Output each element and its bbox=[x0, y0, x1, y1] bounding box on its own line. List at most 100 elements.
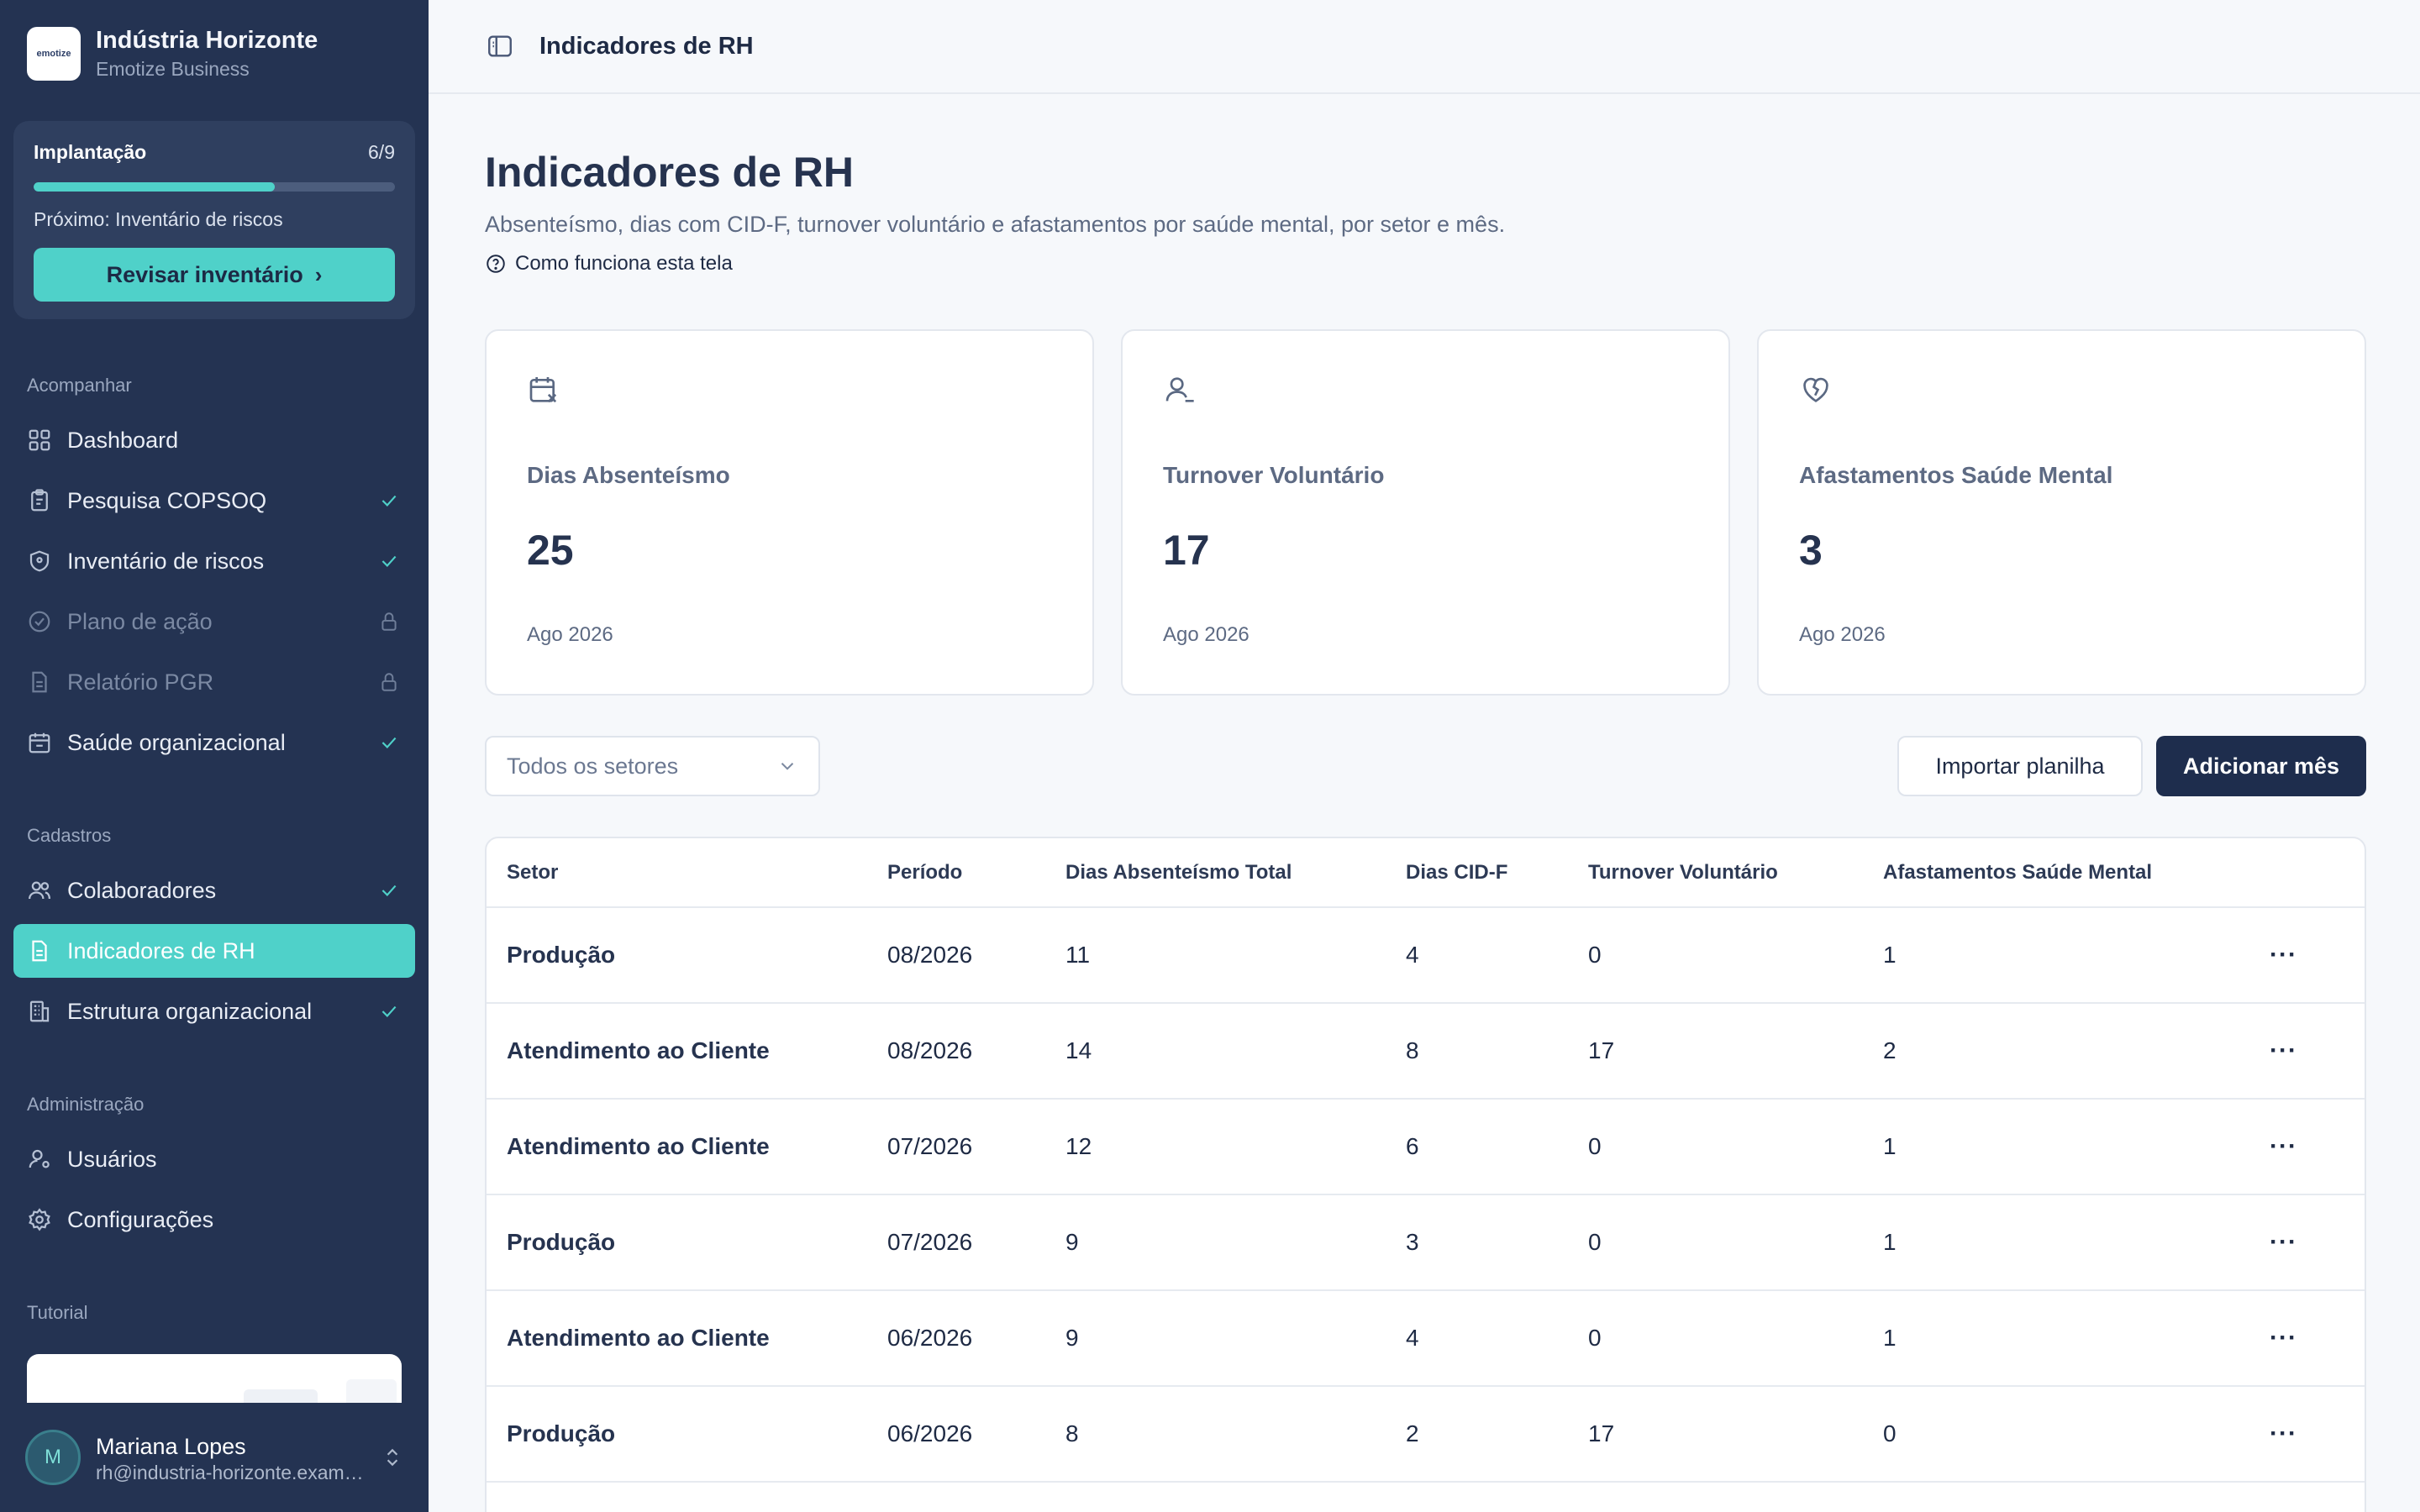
cell-turnover: 17 bbox=[1568, 1003, 1863, 1100]
sidebar-item-label: Plano de ação bbox=[67, 608, 213, 634]
implantation-progress-fill bbox=[34, 182, 275, 192]
row-actions-button[interactable]: ··· bbox=[2199, 1003, 2365, 1100]
cell-setor: Produção bbox=[487, 1386, 867, 1483]
sidebar-item-indicadores[interactable]: Indicadores de RH bbox=[13, 924, 415, 978]
table-row: Atendimento ao Cliente 08/2026 14 8 17 2… bbox=[487, 1003, 2365, 1100]
check-icon bbox=[378, 732, 400, 753]
org-switcher[interactable]: emotize Indústria Horizonte Emotize Busi… bbox=[27, 25, 318, 82]
nav-section-cadastros: Cadastros bbox=[27, 825, 112, 846]
calendar-icon bbox=[27, 730, 52, 755]
sidebar-item-inventario[interactable]: Inventário de riscos bbox=[13, 534, 415, 588]
nav-section-admin: Administração bbox=[27, 1094, 145, 1115]
heart-broken-icon bbox=[1799, 373, 1833, 407]
sidebar-item-relatorio[interactable]: Relatório PGR bbox=[13, 655, 415, 709]
kpi-period: Ago 2026 bbox=[1163, 623, 1249, 646]
cell-cid-f: 4 bbox=[1386, 907, 1568, 1004]
cell-periodo: 06/2026 bbox=[867, 1386, 1045, 1483]
table-row: Produção 06/2026 8 2 17 0 ··· bbox=[487, 1386, 2365, 1483]
sidebar-item-colaboradores[interactable]: Colaboradores bbox=[13, 864, 415, 917]
review-inventory-button[interactable]: Revisar inventário › bbox=[34, 248, 395, 302]
sidebar-item-label: Configurações bbox=[67, 1206, 214, 1232]
topbar: Indicadores de RH bbox=[429, 0, 2420, 94]
cell-saude-mental: 2 bbox=[1863, 1003, 2199, 1100]
shield-icon bbox=[27, 549, 52, 574]
indicators-table: Setor Período Dias Absenteísmo Total Dia… bbox=[485, 837, 2366, 1512]
sidebar-item-copsoq[interactable]: Pesquisa COPSOQ bbox=[13, 474, 415, 528]
help-circle-icon bbox=[485, 253, 507, 275]
cell-cid-f: 4 bbox=[1386, 1290, 1568, 1387]
implantation-next-step: Próximo: Inventário de riscos bbox=[34, 208, 283, 230]
row-actions-button[interactable]: ··· bbox=[2199, 1290, 2365, 1387]
table-row: Produção 08/2026 11 4 0 1 ··· bbox=[487, 907, 2365, 1004]
sector-select[interactable]: Todos os setores bbox=[485, 736, 820, 796]
breadcrumb: Indicadores de RH bbox=[539, 32, 754, 60]
sidebar-item-saude[interactable]: Saúde organizacional bbox=[13, 716, 415, 769]
user-minus-icon bbox=[1163, 373, 1197, 407]
chevron-down-icon bbox=[776, 755, 798, 777]
cell-turnover: 0 bbox=[1568, 1099, 1863, 1195]
table-header-row: Setor Período Dias Absenteísmo Total Dia… bbox=[487, 838, 2365, 908]
kpi-card-absenteismo: Dias Absenteísmo 25 Ago 2026 bbox=[485, 329, 1094, 696]
table-row: Atendimento ao Cliente 07/2026 12 6 0 1 … bbox=[487, 1099, 2365, 1195]
circle-check-icon bbox=[27, 609, 52, 634]
sidebar-item-plano[interactable]: Plano de ação bbox=[13, 595, 415, 648]
user-menu[interactable]: M Mariana Lopes rh@industria-horizonte.e… bbox=[0, 1403, 429, 1512]
row-actions-button[interactable]: ··· bbox=[2199, 1194, 2365, 1291]
calendar-x-icon bbox=[527, 373, 560, 407]
file-icon bbox=[27, 669, 52, 695]
avatar: M bbox=[25, 1430, 81, 1485]
sidebar-item-label: Indicadores de RH bbox=[67, 937, 255, 963]
column-header-saude-mental[interactable]: Afastamentos Saúde Mental bbox=[1863, 838, 2199, 908]
cell-periodo: 07/2026 bbox=[867, 1099, 1045, 1195]
sidebar-item-label: Pesquisa COPSOQ bbox=[67, 487, 267, 513]
table-row: Produção 07/2026 9 3 0 1 ··· bbox=[487, 1194, 2365, 1291]
cell-setor: Produção bbox=[487, 1194, 867, 1291]
import-spreadsheet-button[interactable]: Importar planilha bbox=[1897, 736, 2143, 796]
kpi-value: 25 bbox=[527, 527, 574, 574]
column-header-absenteismo[interactable]: Dias Absenteísmo Total bbox=[1045, 838, 1386, 908]
user-name: Mariana Lopes bbox=[96, 1433, 246, 1459]
add-month-button[interactable]: Adicionar mês bbox=[2156, 736, 2366, 796]
check-icon bbox=[378, 490, 400, 512]
sidebar-item-usuarios[interactable]: Usuários bbox=[13, 1132, 415, 1186]
column-header-periodo[interactable]: Período bbox=[867, 838, 1045, 908]
chevron-right-icon: › bbox=[314, 261, 323, 287]
sidebar-item-label: Estrutura organizacional bbox=[67, 998, 313, 1024]
nav-section-acompanhar: Acompanhar bbox=[27, 375, 132, 396]
row-actions-button[interactable]: ··· bbox=[2199, 1386, 2365, 1483]
cell-cid-f: 6 bbox=[1386, 1099, 1568, 1195]
kpi-card-saude-mental: Afastamentos Saúde Mental 3 Ago 2026 bbox=[1757, 329, 2366, 696]
chevrons-up-down-icon bbox=[381, 1446, 403, 1468]
sidebar-toggle-icon[interactable] bbox=[486, 32, 514, 60]
cell-saude-mental: 1 bbox=[1863, 1194, 2199, 1291]
row-actions-button[interactable]: ··· bbox=[2199, 907, 2365, 1004]
sidebar-item-label: Relatório PGR bbox=[67, 669, 214, 695]
cell-absenteismo: 12 bbox=[1045, 1099, 1386, 1195]
user-email: rh@industria-horizonte.example.com bbox=[96, 1461, 365, 1483]
gear-icon bbox=[27, 1207, 52, 1232]
sidebar-item-configuracoes[interactable]: Configurações bbox=[13, 1193, 415, 1247]
column-header-actions bbox=[2199, 838, 2365, 908]
column-header-turnover[interactable]: Turnover Voluntário bbox=[1568, 838, 1863, 908]
cell-turnover: 0 bbox=[1568, 907, 1863, 1004]
cell-periodo: 08/2026 bbox=[867, 907, 1045, 1004]
sidebar-item-estrutura[interactable]: Estrutura organizacional bbox=[13, 984, 415, 1038]
nav-section-tutorial: Tutorial bbox=[27, 1302, 88, 1323]
help-link[interactable]: Como funciona esta tela bbox=[485, 252, 733, 276]
review-inventory-label: Revisar inventário bbox=[106, 261, 303, 287]
sidebar-item-label: Colaboradores bbox=[67, 877, 217, 903]
users-icon bbox=[27, 878, 52, 903]
kpi-value: 3 bbox=[1799, 527, 1823, 574]
clipboard-icon bbox=[27, 488, 52, 513]
sheet-icon bbox=[27, 938, 52, 963]
implantation-card: Implantação 6/9 Próximo: Inventário de r… bbox=[13, 121, 415, 319]
column-header-cid-f[interactable]: Dias CID-F bbox=[1386, 838, 1568, 908]
cell-saude-mental: 0 bbox=[1863, 1386, 2199, 1483]
sidebar-item-label: Saúde organizacional bbox=[67, 729, 286, 755]
cell-turnover: 0 bbox=[1568, 1290, 1863, 1387]
column-header-setor[interactable]: Setor bbox=[487, 838, 867, 908]
sidebar-item-dashboard[interactable]: Dashboard bbox=[13, 413, 415, 467]
user-cog-icon bbox=[27, 1147, 52, 1172]
org-name: Indústria Horizonte bbox=[96, 27, 318, 54]
row-actions-button[interactable]: ··· bbox=[2199, 1099, 2365, 1195]
